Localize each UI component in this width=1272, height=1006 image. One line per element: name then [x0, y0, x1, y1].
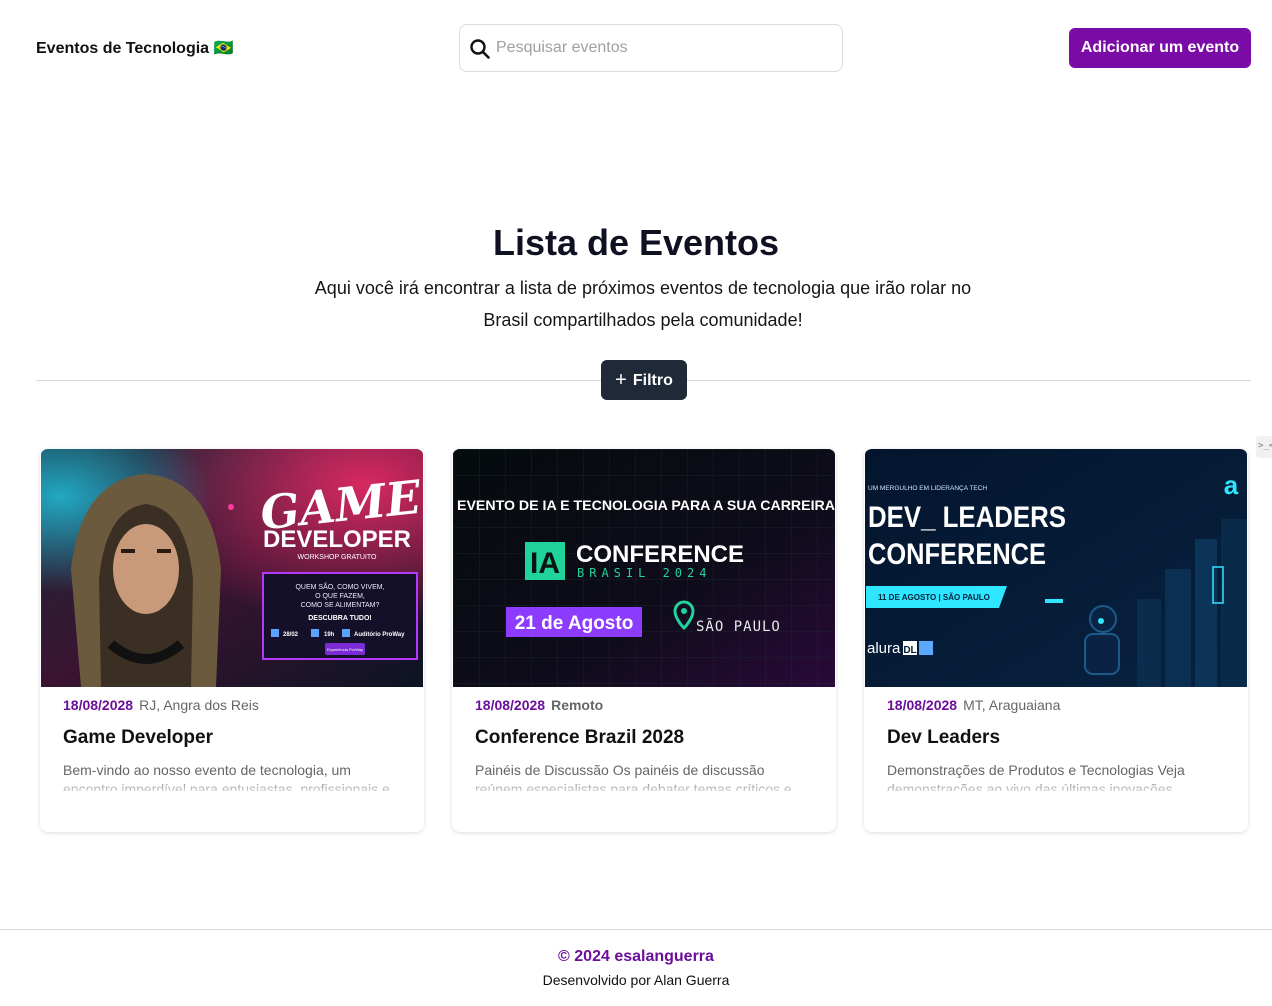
page-subtitle: Aqui você irá encontrar a lista de próxi… — [314, 278, 972, 330]
filter-button[interactable]: + Filtro — [601, 360, 687, 400]
image-brand: alura — [867, 640, 901, 657]
event-meta: 18/08/2028 RJ, Angra dos Reis — [63, 697, 259, 713]
search-icon — [470, 39, 490, 59]
site-brand[interactable]: Eventos de Tecnologia 🇧🇷 — [36, 38, 233, 58]
image-info-date: 28/02 — [283, 632, 299, 638]
event-date: 18/08/2028 — [63, 697, 134, 713]
text-fade — [40, 777, 424, 797]
image-top-text: UM MERGULHO EM LIDERANÇA TECH — [868, 485, 987, 492]
image-info-place: Auditório ProWay — [354, 632, 405, 638]
image-box-line2: O QUE FAZEM, — [315, 593, 365, 600]
text-fade — [452, 777, 836, 797]
image-sub: BRASIL 2024 — [577, 566, 711, 580]
footer-copyright[interactable]: © 2024 esalanguerra — [0, 948, 1272, 966]
event-date: 18/08/2028 — [887, 697, 958, 713]
image-box-line4: DESCUBRA TUDO! — [308, 615, 372, 622]
event-image[interactable]: EVENTO DE IA E TECNOLOGIA PARA A SUA CAR… — [453, 449, 835, 687]
image-title-line1: DEV_ LEADERS — [868, 501, 1066, 534]
plus-icon: + — [615, 368, 627, 391]
event-image[interactable]: a UM MERGULHO EM LIDERANÇA TECH DEV_ LEA… — [865, 449, 1247, 687]
image-title-line2: CONFERENCE — [868, 538, 1046, 571]
image-badge: IA — [530, 547, 560, 580]
filter-button-label: Filtro — [632, 371, 673, 389]
event-location: Remoto — [551, 697, 604, 713]
event-title[interactable]: Game Developer — [63, 727, 213, 749]
image-box-line3: COMO SE ALIMENTAM? — [301, 602, 380, 609]
event-card-dev-leaders[interactable]: a UM MERGULHO EM LIDERANÇA TECH DEV_ LEA… — [864, 449, 1248, 832]
top-navbar: Eventos de Tecnologia 🇧🇷 Adicionar um ev… — [0, 0, 1272, 95]
add-event-button[interactable]: Adicionar um evento — [1069, 28, 1251, 68]
page-title: Lista de Eventos — [492, 222, 780, 263]
image-box-line1: QUEM SÃO, COMO VIVEM, — [295, 582, 384, 591]
footer-divider — [0, 929, 1272, 930]
event-image[interactable]: GAME DEVELOPER WORKSHOP GRATUITO QUEM SÃ… — [41, 449, 423, 687]
footer-credit: Desenvolvido por Alan Guerra — [542, 972, 730, 988]
image-info-time: 19h — [324, 632, 335, 638]
event-title[interactable]: Dev Leaders — [887, 727, 1000, 749]
image-corner: a — [1224, 470, 1239, 500]
image-city: SÃO PAULO — [696, 618, 781, 635]
image-date: 21 de Agosto — [515, 613, 634, 634]
image-tag: 11 DE AGOSTO | SÃO PAULO — [878, 593, 990, 602]
image-top-text: EVENTO DE IA E TECNOLOGIA PARA A SUA CAR… — [457, 497, 835, 513]
event-title[interactable]: Conference Brazil 2028 — [475, 727, 684, 749]
side-widget-tab[interactable]: >_< — [1256, 436, 1272, 458]
image-conf: CONFERENCE — [576, 541, 744, 568]
image-title-line2: DEVELOPER — [263, 526, 411, 553]
event-meta: 18/08/2028 Remoto — [475, 697, 603, 713]
search-box[interactable] — [459, 24, 843, 72]
event-card-conference-brazil[interactable]: EVENTO DE IA E TECNOLOGIA PARA A SUA CAR… — [452, 449, 836, 832]
event-meta: 18/08/2028 MT, Araguaiana — [887, 697, 1060, 713]
event-card-game-developer[interactable]: GAME DEVELOPER WORKSHOP GRATUITO QUEM SÃ… — [40, 449, 424, 832]
event-location: MT, Araguaiana — [963, 697, 1061, 713]
event-date: 18/08/2028 — [475, 697, 546, 713]
image-brand2: DL — [903, 645, 916, 656]
image-title-line3: WORKSHOP GRATUITO — [298, 554, 378, 561]
event-location: RJ, Angra dos Reis — [139, 697, 259, 713]
text-fade — [864, 777, 1248, 797]
search-input[interactable] — [496, 25, 836, 71]
image-logo: Experiência ProWay — [327, 647, 363, 652]
